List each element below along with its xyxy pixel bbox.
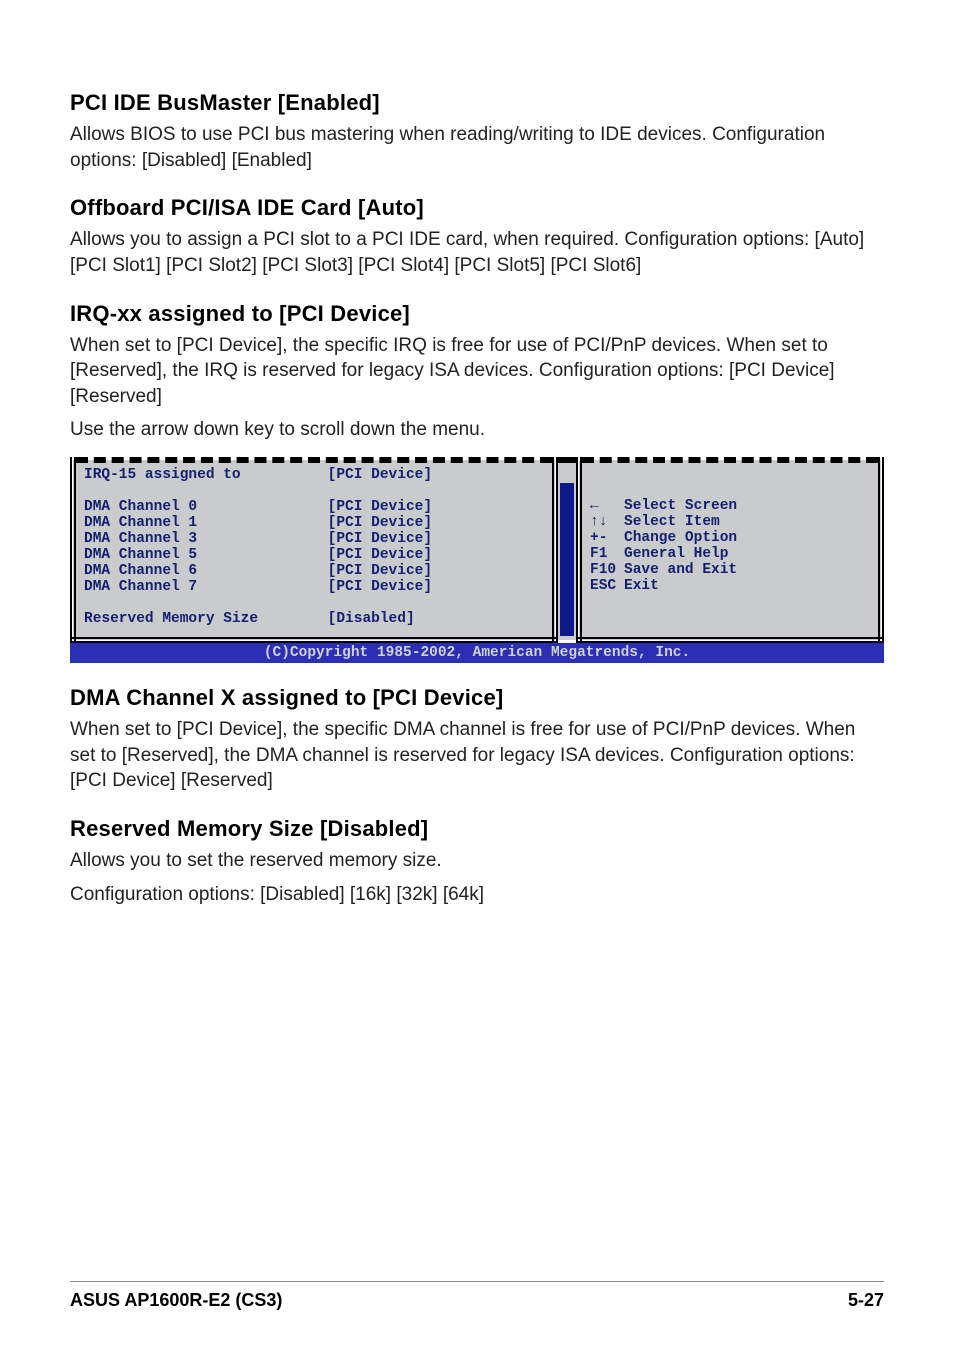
bios-help-line: F10Save and Exit — [590, 562, 870, 578]
bios-row-label: DMA Channel 7 — [84, 579, 328, 595]
heading-reserved: Reserved Memory Size [Disabled] — [70, 816, 884, 842]
scroll-thumb — [560, 483, 574, 636]
heading-dma: DMA Channel X assigned to [PCI Device] — [70, 685, 884, 711]
para-pci-ide: Allows BIOS to use PCI bus mastering whe… — [70, 122, 884, 173]
bios-copyright-bar: (C)Copyright 1985-2002, American Megatre… — [70, 643, 884, 663]
bios-help-key: F10 — [590, 562, 624, 578]
footer-left: ASUS AP1600R-E2 (CS3) — [70, 1290, 282, 1311]
para-dma: When set to [PCI Device], the specific D… — [70, 717, 884, 794]
bios-row-label: IRQ-15 assigned to — [84, 467, 328, 483]
bios-row-value: [PCI Device] — [328, 547, 432, 563]
bios-help-line: F1General Help — [590, 546, 870, 562]
bios-row-value: [PCI Device] — [328, 515, 432, 531]
bios-help-text: Select Item — [624, 514, 720, 530]
bios-row-value: [PCI Device] — [328, 467, 432, 483]
bios-row-gap — [84, 595, 544, 611]
para-reserved-2: Configuration options: [Disabled] [16k] … — [70, 882, 884, 908]
bios-help-key: ← — [590, 498, 624, 514]
bios-row: DMA Channel 1 [PCI Device] — [84, 515, 544, 531]
heading-irq: IRQ-xx assigned to [PCI Device] — [70, 301, 884, 327]
bios-help-line: +-Change Option — [590, 530, 870, 546]
bios-row-gap — [84, 483, 544, 499]
bios-row-label: DMA Channel 5 — [84, 547, 328, 563]
bios-help-text: Exit — [624, 578, 659, 594]
bios-row-label: DMA Channel 6 — [84, 563, 328, 579]
bios-row: IRQ-15 assigned to [PCI Device] — [84, 467, 544, 483]
para-irq-1: When set to [PCI Device], the specific I… — [70, 333, 884, 410]
bios-row: Reserved Memory Size [Disabled] — [84, 611, 544, 627]
bios-help-text: Change Option — [624, 530, 737, 546]
heading-offboard: Offboard PCI/ISA IDE Card [Auto] — [70, 195, 884, 221]
bios-help-pane: ←Select Screen↑↓Select Item+-Change Opti… — [579, 460, 881, 640]
bios-help-key: F1 — [590, 546, 624, 562]
bios-help-text: General Help — [624, 546, 728, 562]
bios-help-line: ↑↓Select Item — [590, 514, 870, 530]
bios-row-label: DMA Channel 3 — [84, 531, 328, 547]
bios-help-key: +- — [590, 530, 624, 546]
bios-help-text: Select Screen — [624, 498, 737, 514]
bios-row-value: [PCI Device] — [328, 563, 432, 579]
bios-row-value: [Disabled] — [328, 611, 415, 627]
bios-help-line: ESCExit — [590, 578, 870, 594]
bios-help-key: ↑↓ — [590, 514, 624, 530]
page-footer: ASUS AP1600R-E2 (CS3) 5-27 — [70, 1281, 884, 1311]
bios-panel: IRQ-15 assigned to [PCI Device] DMA Chan… — [70, 457, 884, 663]
bios-row: DMA Channel 3 [PCI Device] — [84, 531, 544, 547]
bios-row-label: DMA Channel 0 — [84, 499, 328, 515]
para-offboard: Allows you to assign a PCI slot to a PCI… — [70, 227, 884, 278]
bios-main-pane: IRQ-15 assigned to [PCI Device] DMA Chan… — [73, 460, 555, 640]
bios-help-line: ←Select Screen — [590, 498, 870, 514]
bios-help-key: ESC — [590, 578, 624, 594]
para-irq-2: Use the arrow down key to scroll down th… — [70, 417, 884, 443]
heading-pci-ide: PCI IDE BusMaster [Enabled] — [70, 90, 884, 116]
bios-row-value: [PCI Device] — [328, 579, 432, 595]
bios-row-label: Reserved Memory Size — [84, 611, 328, 627]
bios-help-text: Save and Exit — [624, 562, 737, 578]
bios-row: DMA Channel 5 [PCI Device] — [84, 547, 544, 563]
bios-row: DMA Channel 6 [PCI Device] — [84, 563, 544, 579]
bios-row: DMA Channel 0 [PCI Device] — [84, 499, 544, 515]
bios-scroll-column — [555, 460, 579, 640]
bios-row: DMA Channel 7 [PCI Device] — [84, 579, 544, 595]
bios-row-value: [PCI Device] — [328, 531, 432, 547]
para-reserved-1: Allows you to set the reserved memory si… — [70, 848, 884, 874]
footer-right: 5-27 — [848, 1290, 884, 1311]
bios-row-value: [PCI Device] — [328, 499, 432, 515]
bios-row-label: DMA Channel 1 — [84, 515, 328, 531]
